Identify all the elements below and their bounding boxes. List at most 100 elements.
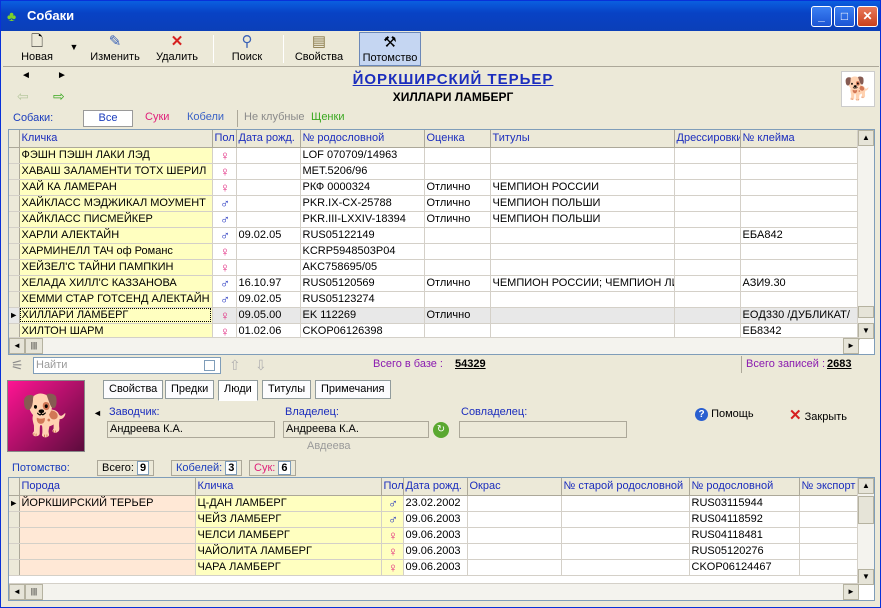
- col-pedigree[interactable]: № родословной: [300, 130, 425, 148]
- search-prev-icon[interactable]: ⇧: [229, 357, 241, 374]
- offspring-button[interactable]: ⚒ Потомство: [359, 32, 421, 66]
- row-indicator[interactable]: [9, 291, 20, 308]
- dogs-vscroll[interactable]: ▲ ▼: [857, 130, 874, 339]
- dog-row[interactable]: ХАРМИНЕЛЛ ТАЧ оф Романс ♀ KCRP5948503P04: [9, 243, 860, 260]
- scroll-up-icon[interactable]: ▲: [858, 478, 874, 494]
- dog-row[interactable]: ХЕЛАДА ХИЛЛ'С КАЗЗАНОВА ♂ 16.10.97 RUS05120…: [9, 275, 860, 292]
- row-indicator[interactable]: [9, 559, 20, 576]
- filter-tab-nonclub[interactable]: Не клубные: [237, 110, 311, 127]
- maximize-button[interactable]: □: [834, 6, 855, 27]
- filter-tab-females[interactable]: Суки: [139, 110, 175, 127]
- row-indicator[interactable]: [9, 147, 20, 164]
- next-small-arrow-icon[interactable]: ►: [57, 70, 67, 81]
- row-indicator[interactable]: [9, 211, 20, 228]
- breeder-field[interactable]: Андреева К.А.: [107, 421, 275, 438]
- off-col-breed[interactable]: Порода: [19, 478, 196, 496]
- off-col-old-pedigree[interactable]: № старой родословной: [561, 478, 690, 496]
- row-pointer-icon[interactable]: ►: [9, 307, 20, 324]
- back-arrow-icon[interactable]: ⇦: [17, 88, 29, 105]
- offspring-row[interactable]: ЧЕЛСИ ЛАМБЕРГ ♀ 09.06.2003 RUS04118481: [9, 527, 860, 544]
- off-col-name[interactable]: Кличка: [195, 478, 382, 496]
- scroll-up-icon[interactable]: ▲: [858, 130, 874, 146]
- properties-button[interactable]: ▤ Свойства: [289, 32, 349, 66]
- search-button[interactable]: ⚲ Поиск: [219, 32, 275, 66]
- row-indicator[interactable]: [9, 163, 20, 180]
- tab-ancestors[interactable]: Предки: [165, 380, 215, 399]
- close-button[interactable]: ✕ Закрыть: [789, 406, 847, 424]
- filter-funnel-icon[interactable]: ⚟: [11, 357, 24, 374]
- edit-button[interactable]: ✎ Изменить: [85, 32, 145, 66]
- scroll-right-icon[interactable]: ►: [843, 584, 859, 600]
- dog-row[interactable]: ХАРЛИ АЛЕКТАЙН ♂ 09.02.05 RUS05122149 EБA842: [9, 227, 860, 244]
- delete-button[interactable]: ✕ Удалить: [149, 32, 205, 66]
- off-col-born[interactable]: Дата рожд.: [403, 478, 468, 496]
- row-indicator[interactable]: [9, 275, 20, 292]
- offspring-row[interactable]: ► ЙОРКШИРСКИЙ ТЕРЬЕР Ц-ДАН ЛАМБЕРГ ♂ 23.02.2…: [9, 495, 860, 512]
- offspring-vscroll[interactable]: ▲ ▼: [857, 478, 874, 585]
- scroll-right-icon[interactable]: ►: [843, 338, 859, 354]
- off-col-color[interactable]: Окрас: [467, 478, 562, 496]
- row-indicator[interactable]: [9, 511, 20, 528]
- tab-notes[interactable]: Примечания: [315, 380, 391, 399]
- hscroll-thumb[interactable]: |||: [25, 584, 43, 600]
- offspring-hscroll[interactable]: ◄ ||| ►: [9, 583, 859, 600]
- scroll-down-icon[interactable]: ▼: [858, 323, 874, 339]
- offspring-row[interactable]: ЧЕЙЗ ЛАМБЕРГ ♂ 09.06.2003 RUS04118592: [9, 511, 860, 528]
- search-next-icon[interactable]: ⇩: [255, 357, 267, 374]
- owner-field[interactable]: Андреева К.А.: [283, 421, 429, 438]
- col-name[interactable]: Кличка: [19, 130, 213, 148]
- owner-link-icon[interactable]: ↻: [433, 422, 449, 438]
- dogs-hscroll[interactable]: ◄ ||| ►: [9, 337, 859, 354]
- dog-row[interactable]: ФЭШН ПЭШН ЛАКИ ЛЭД ♀ LOF 070709/14963: [9, 147, 860, 164]
- help-button[interactable]: ? Помощь: [695, 408, 754, 426]
- forward-arrow-icon[interactable]: ⇨: [53, 88, 65, 105]
- dog-row[interactable]: ХАЙ КА ЛАМЕРАН ♀ РКФ 0000324 Отлично ЧЕМПИОН…: [9, 179, 860, 196]
- tab-titles[interactable]: Титулы: [262, 380, 312, 399]
- col-born[interactable]: Дата рожд.: [236, 130, 301, 148]
- minimize-button[interactable]: _: [811, 6, 832, 27]
- photo-prev-arrow-icon[interactable]: ◄: [93, 408, 102, 418]
- row-indicator[interactable]: [9, 543, 20, 560]
- breed-title[interactable]: ЙОРКШИРСКИЙ ТЕРЬЕР: [303, 71, 603, 88]
- hscroll-thumb[interactable]: |||: [25, 338, 43, 354]
- scroll-left-icon[interactable]: ◄: [9, 338, 25, 354]
- coowner-field[interactable]: [459, 421, 627, 438]
- new-button[interactable]: 🗋 Новая: [9, 32, 65, 66]
- new-dropdown-arrow[interactable]: ▼: [67, 32, 81, 66]
- off-col-export[interactable]: № экспорт: [799, 478, 860, 496]
- row-indicator[interactable]: [9, 179, 20, 196]
- col-sex[interactable]: Пол: [212, 130, 237, 148]
- tab-properties[interactable]: Свойства: [103, 380, 164, 399]
- col-training[interactable]: Дрессировки: [674, 130, 741, 148]
- col-brand[interactable]: № клейма: [740, 130, 860, 148]
- dog-row[interactable]: ХАЙКЛАСС ПИСМЕЙКЕР ♂ PKR.III-LXXIV-18394 От…: [9, 211, 860, 228]
- search-input[interactable]: Найти: [33, 357, 221, 374]
- col-titles[interactable]: Титулы: [490, 130, 675, 148]
- tab-people[interactable]: Люди: [218, 380, 258, 401]
- row-indicator[interactable]: [9, 259, 20, 276]
- prev-small-arrow-icon[interactable]: ◄: [21, 70, 31, 81]
- dog-row[interactable]: ХЕЙЗЕЛ'С ТАЙНИ ПАМПКИН ♀ AKC758695/05: [9, 259, 860, 276]
- search-checkbox[interactable]: [204, 360, 215, 371]
- scroll-down-icon[interactable]: ▼: [858, 569, 874, 585]
- scroll-left-icon[interactable]: ◄: [9, 584, 25, 600]
- scroll-thumb[interactable]: [858, 496, 874, 524]
- row-indicator[interactable]: [9, 227, 20, 244]
- offspring-row[interactable]: ЧАЙОЛИТА ЛАМБЕРГ ♀ 09.06.2003 RUS05120276: [9, 543, 860, 560]
- filter-tab-males[interactable]: Кобели: [181, 110, 230, 127]
- row-indicator[interactable]: [9, 195, 20, 212]
- dog-row[interactable]: ► ХИЛЛАРИ ЛАМБЕРГ ♀ 09.05.00 EK 112269 Отличн…: [9, 307, 860, 324]
- row-indicator[interactable]: [9, 527, 20, 544]
- offspring-row[interactable]: ЧАРА ЛАМБЕРГ ♀ 09.06.2003 CKOP06124467: [9, 559, 860, 576]
- dog-row[interactable]: ХЕММИ СТАР ГОТСЕНД АЛЕКТАЙН ♂ 09.02.05 RUS0…: [9, 291, 860, 308]
- off-col-sex[interactable]: Пол: [381, 478, 404, 496]
- dog-row[interactable]: ХАЙКЛАСС МЭДЖИКАЛ МОУМЕНТ ♂ PKR.IX-CX-2578…: [9, 195, 860, 212]
- filter-tab-puppies[interactable]: Щенки: [305, 110, 350, 127]
- off-col-pedigree[interactable]: № родословной: [689, 478, 800, 496]
- scroll-thumb[interactable]: [858, 306, 874, 318]
- close-window-button[interactable]: ✕: [857, 6, 878, 27]
- row-pointer-icon[interactable]: ►: [9, 495, 20, 512]
- col-grade[interactable]: Оценка: [424, 130, 491, 148]
- row-indicator[interactable]: [9, 243, 20, 260]
- filter-tab-all[interactable]: Все: [83, 110, 133, 127]
